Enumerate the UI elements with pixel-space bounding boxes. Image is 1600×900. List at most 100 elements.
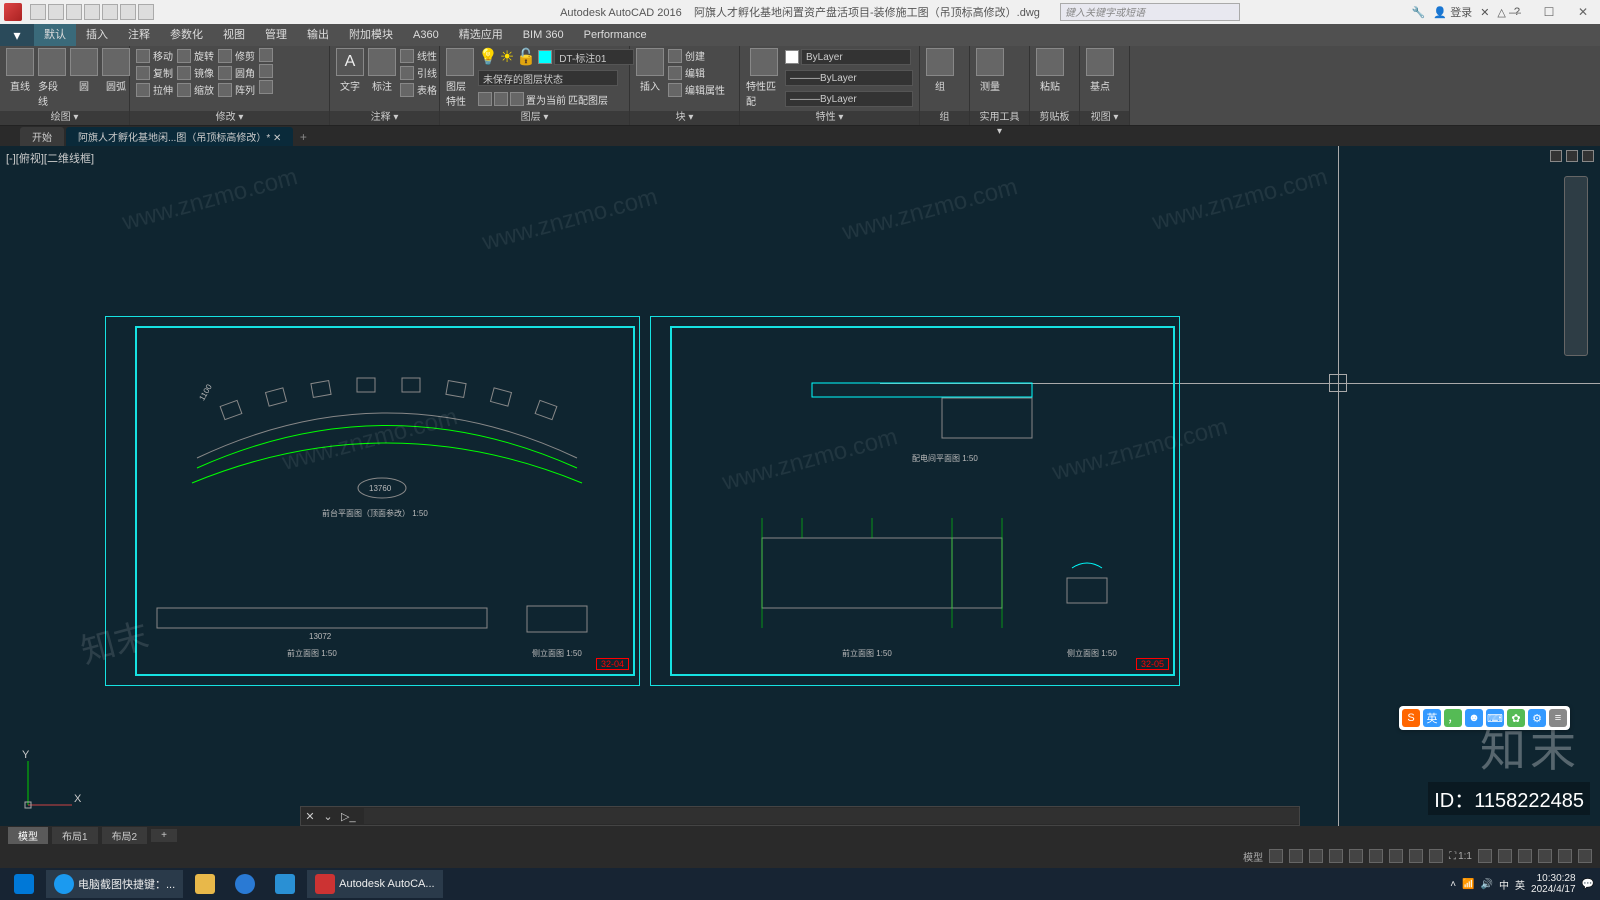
viewport-label[interactable]: [-][俯视][二维线框]	[6, 150, 94, 166]
status-model[interactable]: 模型	[1243, 849, 1263, 864]
transparency-icon[interactable]	[1409, 849, 1423, 863]
anno-scale[interactable]: ⛶ 1:1	[1449, 851, 1472, 862]
ime-skin-icon[interactable]: ✿	[1507, 709, 1525, 727]
panel-util-label[interactable]: 实用工具 ▾	[970, 111, 1029, 125]
cmd-close-icon[interactable]: ✕	[301, 810, 319, 823]
layer-tool2[interactable]	[494, 92, 508, 106]
ime-keyboard-icon[interactable]: ⌨	[1486, 709, 1504, 727]
command-input[interactable]	[364, 808, 1299, 824]
anno-monitor-icon[interactable]	[1498, 849, 1512, 863]
layer-state-combo[interactable]: 未保存的图层状态	[478, 69, 634, 87]
basepoint-button[interactable]: 基点	[1086, 48, 1114, 93]
qat-saveas-icon[interactable]	[84, 4, 100, 20]
tab-view[interactable]: 视图	[213, 24, 255, 46]
group-button[interactable]: 组	[926, 48, 954, 93]
vp-max-icon[interactable]	[1566, 150, 1578, 162]
mirror-button[interactable]: 镜像	[177, 65, 214, 80]
layer-combo[interactable]: DT-标注01	[554, 49, 634, 65]
layer-tool3[interactable]	[510, 92, 524, 106]
qat-save-icon[interactable]	[66, 4, 82, 20]
qat-undo-icon[interactable]	[120, 4, 136, 20]
tab-default[interactable]: 默认	[34, 24, 76, 46]
tray-volume-icon[interactable]: 🔊	[1481, 879, 1493, 890]
vp-close-icon[interactable]	[1582, 150, 1594, 162]
qat-plot-icon[interactable]	[102, 4, 118, 20]
tab-featured[interactable]: 精选应用	[449, 24, 513, 46]
signin-button[interactable]: 👤 登录	[1433, 4, 1472, 20]
lineweight-combo[interactable]: ——— ByLayer	[785, 69, 913, 87]
lwt-toggle-icon[interactable]	[1389, 849, 1403, 863]
tray-chevron-icon[interactable]: ˄	[1450, 879, 1456, 890]
polyline-button[interactable]: 多段线	[38, 48, 66, 108]
tab-output[interactable]: 输出	[297, 24, 339, 46]
tab-model[interactable]: 模型	[8, 827, 48, 844]
tray-lang2[interactable]: 英	[1515, 877, 1525, 892]
panel-view-label[interactable]: 视图 ▾	[1080, 111, 1129, 125]
line-button[interactable]: 直线	[6, 48, 34, 93]
taskbar-folder[interactable]	[187, 870, 223, 898]
ime-tool-icon[interactable]: ⚙	[1528, 709, 1546, 727]
clean-screen-icon[interactable]	[1558, 849, 1572, 863]
tab-performance[interactable]: Performance	[574, 24, 657, 46]
infocenter-icon[interactable]: 🔧	[1412, 6, 1426, 19]
tab-document[interactable]: 阿旗人才孵化基地闲...图（吊顶标高修改）* ✕	[66, 127, 293, 146]
ortho-toggle-icon[interactable]	[1309, 849, 1323, 863]
drawing-canvas[interactable]: [-][俯视][二维线框]	[0, 146, 1600, 826]
start-button[interactable]	[6, 870, 42, 898]
match-props-button[interactable]: 特性匹配	[746, 48, 781, 108]
scale-button[interactable]: 缩放	[177, 82, 214, 97]
layer-props-button[interactable]: 图层特性	[446, 48, 474, 108]
tab-parametric[interactable]: 参数化	[160, 24, 213, 46]
new-tab-button[interactable]: +	[295, 130, 311, 146]
tray-notification-icon[interactable]: 💬	[1582, 879, 1594, 890]
measure-button[interactable]: 测量	[976, 48, 1004, 93]
tab-manage[interactable]: 管理	[255, 24, 297, 46]
tab-layout1[interactable]: 布局1	[52, 827, 98, 844]
taskbar-edge[interactable]: 电脑截图快捷键：...	[46, 870, 183, 898]
ime-punct-icon[interactable]: ，	[1444, 709, 1462, 727]
qat-redo-icon[interactable]	[138, 4, 154, 20]
vp-min-icon[interactable]	[1550, 150, 1562, 162]
array-button[interactable]: 阵列	[218, 82, 255, 97]
polar-toggle-icon[interactable]	[1329, 849, 1343, 863]
customize-icon[interactable]	[1578, 849, 1592, 863]
grid-toggle-icon[interactable]	[1269, 849, 1283, 863]
taskbar-autocad[interactable]: Autodesk AutoCA...	[307, 870, 442, 898]
edit-block-button[interactable]: 编辑	[668, 65, 725, 80]
add-layout-button[interactable]: +	[151, 829, 177, 842]
tab-annotate[interactable]: 注释	[118, 24, 160, 46]
minimize-button[interactable]: —	[1498, 0, 1532, 24]
linetype-combo[interactable]: ——— ByLayer	[785, 90, 913, 108]
help-search-input[interactable]: 键入关键字或短语	[1060, 3, 1240, 21]
paste-button[interactable]: 粘贴	[1036, 48, 1064, 93]
navigation-bar[interactable]	[1564, 176, 1588, 356]
dim-button[interactable]: 标注	[368, 48, 396, 93]
workspace-icon[interactable]	[1478, 849, 1492, 863]
layer-tool1[interactable]	[478, 92, 492, 106]
text-button[interactable]: A文字	[336, 48, 364, 93]
hardware-accel-icon[interactable]	[1538, 849, 1552, 863]
qat-new-icon[interactable]	[30, 4, 46, 20]
copy-button[interactable]: 复制	[136, 65, 173, 80]
tab-layout2[interactable]: 布局2	[102, 827, 148, 844]
maximize-button[interactable]: ☐	[1532, 0, 1566, 24]
ime-emoji-icon[interactable]: ☻	[1465, 709, 1483, 727]
app-icon[interactable]	[4, 3, 22, 21]
cmd-config-icon[interactable]: ⌄	[319, 810, 337, 823]
close-button[interactable]: ✕	[1566, 0, 1600, 24]
panel-layer-label[interactable]: 图层 ▾	[440, 111, 629, 125]
cycling-icon[interactable]	[1429, 849, 1443, 863]
tab-bim360[interactable]: BIM 360	[513, 24, 574, 46]
rotate-button[interactable]: 旋转	[177, 48, 214, 63]
ime-lang-icon[interactable]: 英	[1423, 709, 1441, 727]
fillet-button[interactable]: 圆角	[218, 65, 255, 80]
linear-dim-button[interactable]: 线性	[400, 48, 437, 63]
command-line[interactable]: ✕ ⌄ ▷_	[300, 806, 1300, 826]
isolate-icon[interactable]	[1518, 849, 1532, 863]
app-menu-button[interactable]: ▾	[0, 24, 34, 46]
modify-extra1[interactable]	[259, 48, 273, 62]
taskbar-app-q[interactable]	[227, 870, 263, 898]
tab-insert[interactable]: 插入	[76, 24, 118, 46]
tab-addins[interactable]: 附加模块	[339, 24, 403, 46]
taskbar-app-store[interactable]	[267, 870, 303, 898]
